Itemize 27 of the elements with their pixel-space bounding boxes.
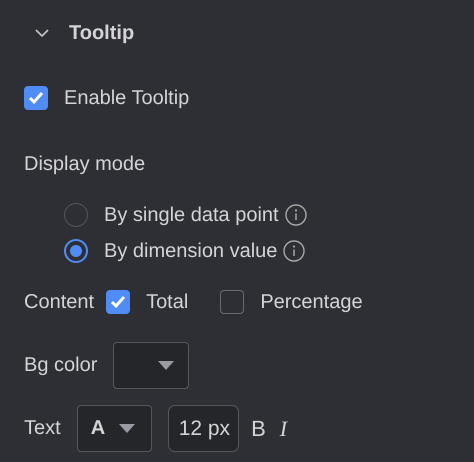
checkbox[interactable] [24,86,48,110]
radio-button[interactable] [64,239,88,263]
radio-label: By dimension value [104,240,278,262]
checkbox-label: Total [146,290,188,314]
checkbox-label: Enable Tooltip [64,86,190,110]
font-color-dropdown[interactable]: A [76,405,152,452]
field-label: Bg color [24,354,98,377]
color-picker[interactable] [113,342,190,389]
section-title: Tooltip [69,22,134,44]
caret-icon [158,361,174,370]
checkbox-label: Percentage [260,290,363,314]
field-label: Display mode [24,153,146,176]
checkbox[interactable] [106,290,130,314]
caret-icon [119,424,136,433]
check-icon [28,91,44,105]
bold-button[interactable]: B [251,416,266,442]
chevron-icon[interactable] [35,28,49,38]
info-icon[interactable] [283,240,306,262]
font-size-field[interactable]: 12 px [168,405,240,452]
field-label: Text [24,417,61,440]
info-icon[interactable] [284,204,307,226]
check-icon [110,295,126,309]
radio-button[interactable] [64,203,88,227]
italic-button[interactable]: I [280,416,288,442]
radio-label: By single data point [104,204,279,226]
field-label: Content [24,290,94,314]
checkbox[interactable] [220,290,244,314]
